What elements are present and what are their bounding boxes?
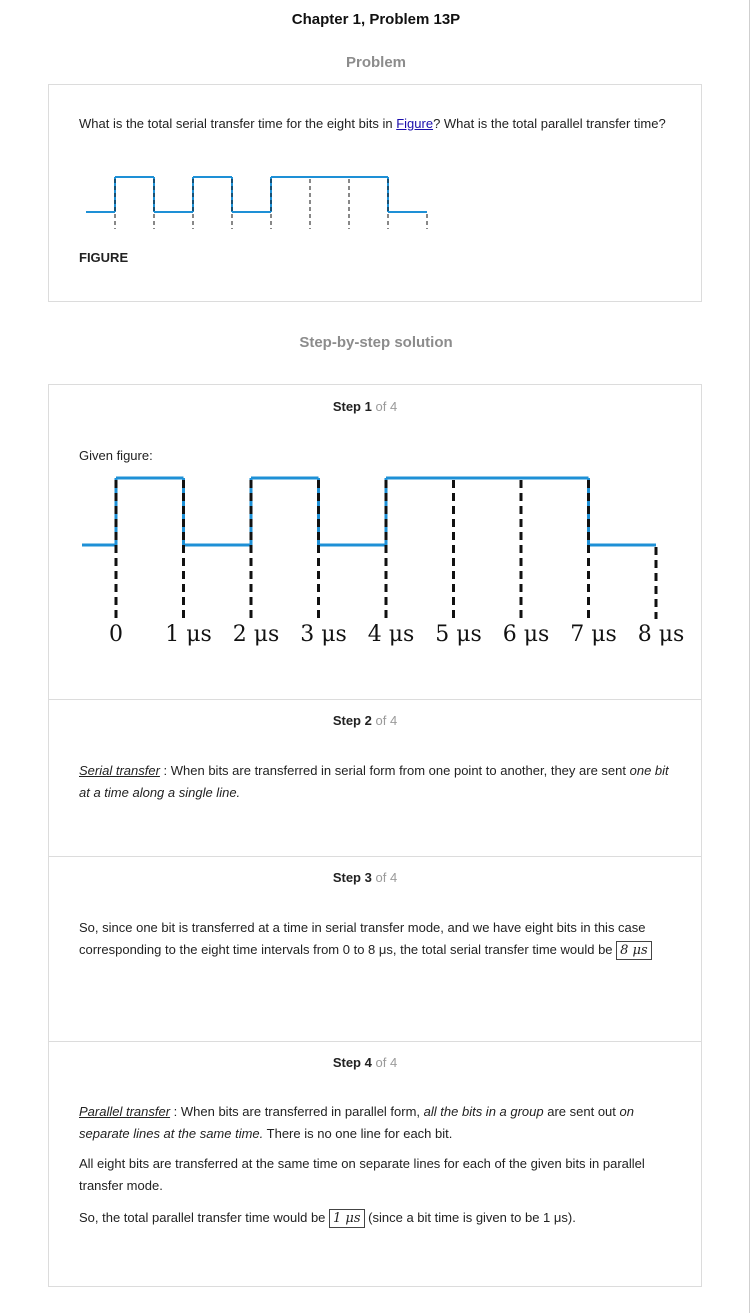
- parallel-time-answer-box: 1 μs: [329, 1209, 365, 1229]
- step-number: 1: [364, 399, 372, 414]
- step-4-paragraph-3: So, the total parallel transfer time wou…: [79, 1207, 679, 1229]
- solution-heading: Step-by-step solution: [299, 334, 453, 351]
- step-divider: [49, 856, 701, 857]
- problem-box: What is the total serial transfer time f…: [48, 84, 702, 302]
- time-tick-label: 6 μs: [503, 622, 550, 647]
- step-text-part: (since a bit time is given to be 1 μs).: [364, 1210, 576, 1225]
- time-tick-label: 0: [109, 622, 123, 647]
- step-text-part: : When bits are transferred in serial fo…: [159, 763, 630, 778]
- step-4-paragraph-2: All eight bits are transferred at the sa…: [79, 1156, 645, 1193]
- step-text-part: So, the total parallel transfer time wou…: [79, 1210, 330, 1225]
- problem-heading: Problem: [345, 54, 406, 71]
- page-right-border: [749, 0, 750, 1313]
- step-divider: [49, 699, 701, 700]
- time-tick-label: 5 μs: [435, 622, 482, 647]
- problem-waveform-figure: 01 μs2 μs3 μs4 μs5 μs6 μs7 μs8 μ:: [86, 176, 428, 229]
- step-3-heading: Step 3 of 4: [332, 870, 398, 885]
- step-divider: [49, 1041, 701, 1042]
- figure-label: FIGURE: [79, 250, 129, 265]
- step-text-part: So, since one bit is transferred at a ti…: [79, 920, 646, 957]
- time-tick-label: 4 μs: [368, 622, 415, 647]
- time-tick-label: 3 μs: [300, 622, 347, 647]
- step-4-heading: Step 4 of 4: [332, 1055, 398, 1070]
- step-text-part: There is no one line for each bit.: [263, 1126, 453, 1141]
- step-text-part: : When bits are transferred in parallel …: [170, 1104, 424, 1119]
- step-of: of 4: [375, 870, 398, 885]
- step-of: of 4: [375, 1055, 398, 1070]
- step-number: 3: [364, 870, 372, 885]
- time-tick-label: 1 μs: [165, 622, 212, 647]
- serial-time-answer-box: 8 μs: [616, 941, 652, 961]
- figure-link[interactable]: Figure: [396, 116, 433, 131]
- time-tick-label: 2 μs: [233, 622, 280, 647]
- problem-text-part: ? What is the total parallel transfer ti…: [433, 116, 666, 131]
- parallel-transfer-term: Parallel transfer: [79, 1104, 171, 1119]
- given-waveform-figure: 0 1 μs 2 μs 3 μs 4 μs 5 μs 6 μs 7 μs 8 μs: [82, 476, 685, 647]
- step-4-text: Parallel transfer : When bits are transf…: [79, 1101, 679, 1145]
- step-2-text: Serial transfer : When bits are transfer…: [79, 760, 679, 804]
- step-number: 2: [364, 713, 372, 728]
- step-text-part: are sent out: [543, 1104, 620, 1119]
- step-1-heading: Step 1 of 4: [332, 399, 398, 414]
- step-2-heading: Step 2 of 4: [332, 713, 398, 728]
- serial-transfer-term: Serial transfer: [79, 763, 160, 778]
- step-number: 4: [364, 1055, 372, 1070]
- step-1-text: Given figure:: [79, 448, 153, 463]
- chapter-title: Chapter 1, Problem 13P: [291, 11, 461, 28]
- step-of: of 4: [375, 713, 398, 728]
- problem-text-part: What is the total serial transfer time f…: [79, 116, 397, 131]
- problem-text: What is the total serial transfer time f…: [79, 113, 679, 135]
- time-tick-label: 7 μs: [570, 622, 617, 647]
- step-text-emphasis: all the bits in a group: [423, 1104, 544, 1119]
- step-of: of 4: [375, 399, 398, 414]
- time-tick-label: 8 μs: [638, 622, 685, 647]
- step-3-text: So, since one bit is transferred at a ti…: [79, 917, 674, 961]
- solution-box: Step 1 of 4 Given figure: 0 1 μs 2 μs 3 μs 4…: [48, 384, 702, 1287]
